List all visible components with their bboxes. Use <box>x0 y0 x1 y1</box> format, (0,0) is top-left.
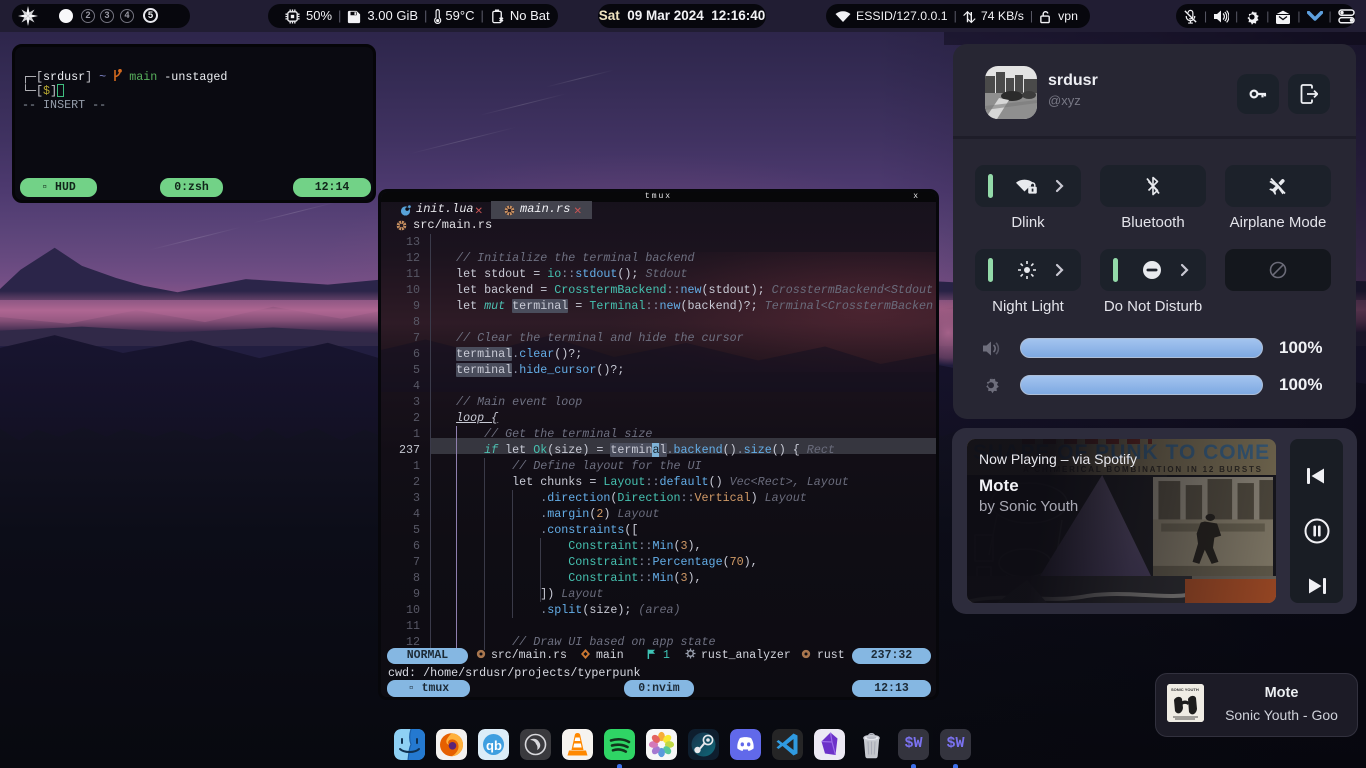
svg-text:SONIC YOUTH: SONIC YOUTH <box>1171 687 1199 692</box>
svg-text:qb: qb <box>486 738 502 753</box>
